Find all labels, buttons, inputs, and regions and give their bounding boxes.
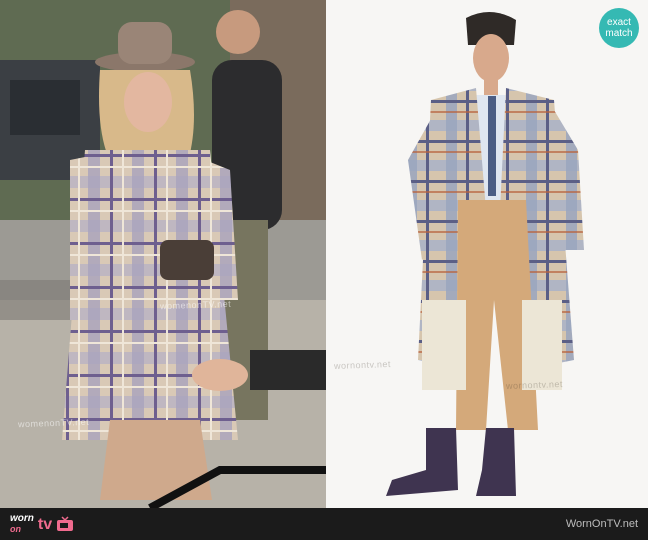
studio-photo: wornontv.net wornontv.net bbox=[326, 0, 648, 508]
tv-icon bbox=[57, 516, 74, 531]
badge-line-1: exact bbox=[607, 17, 631, 28]
logo-worn: worn bbox=[10, 513, 34, 524]
street-photo-art bbox=[0, 0, 326, 508]
street-photo: womenonTV.net womenonTV.net bbox=[0, 0, 326, 508]
exact-match-badge[interactable]: exact match bbox=[599, 8, 639, 48]
studio-photo-art bbox=[326, 0, 648, 508]
site-url[interactable]: WornOnTV.net bbox=[566, 518, 638, 530]
footer-bar: worn on tv WornOnTV.net bbox=[0, 508, 648, 540]
logo-on: on bbox=[10, 524, 21, 534]
logo-tv: tv bbox=[37, 515, 53, 533]
wornontv-logo[interactable]: worn on tv bbox=[10, 514, 74, 534]
badge-line-2: match bbox=[605, 28, 633, 39]
logo-text: worn on bbox=[10, 513, 34, 535]
